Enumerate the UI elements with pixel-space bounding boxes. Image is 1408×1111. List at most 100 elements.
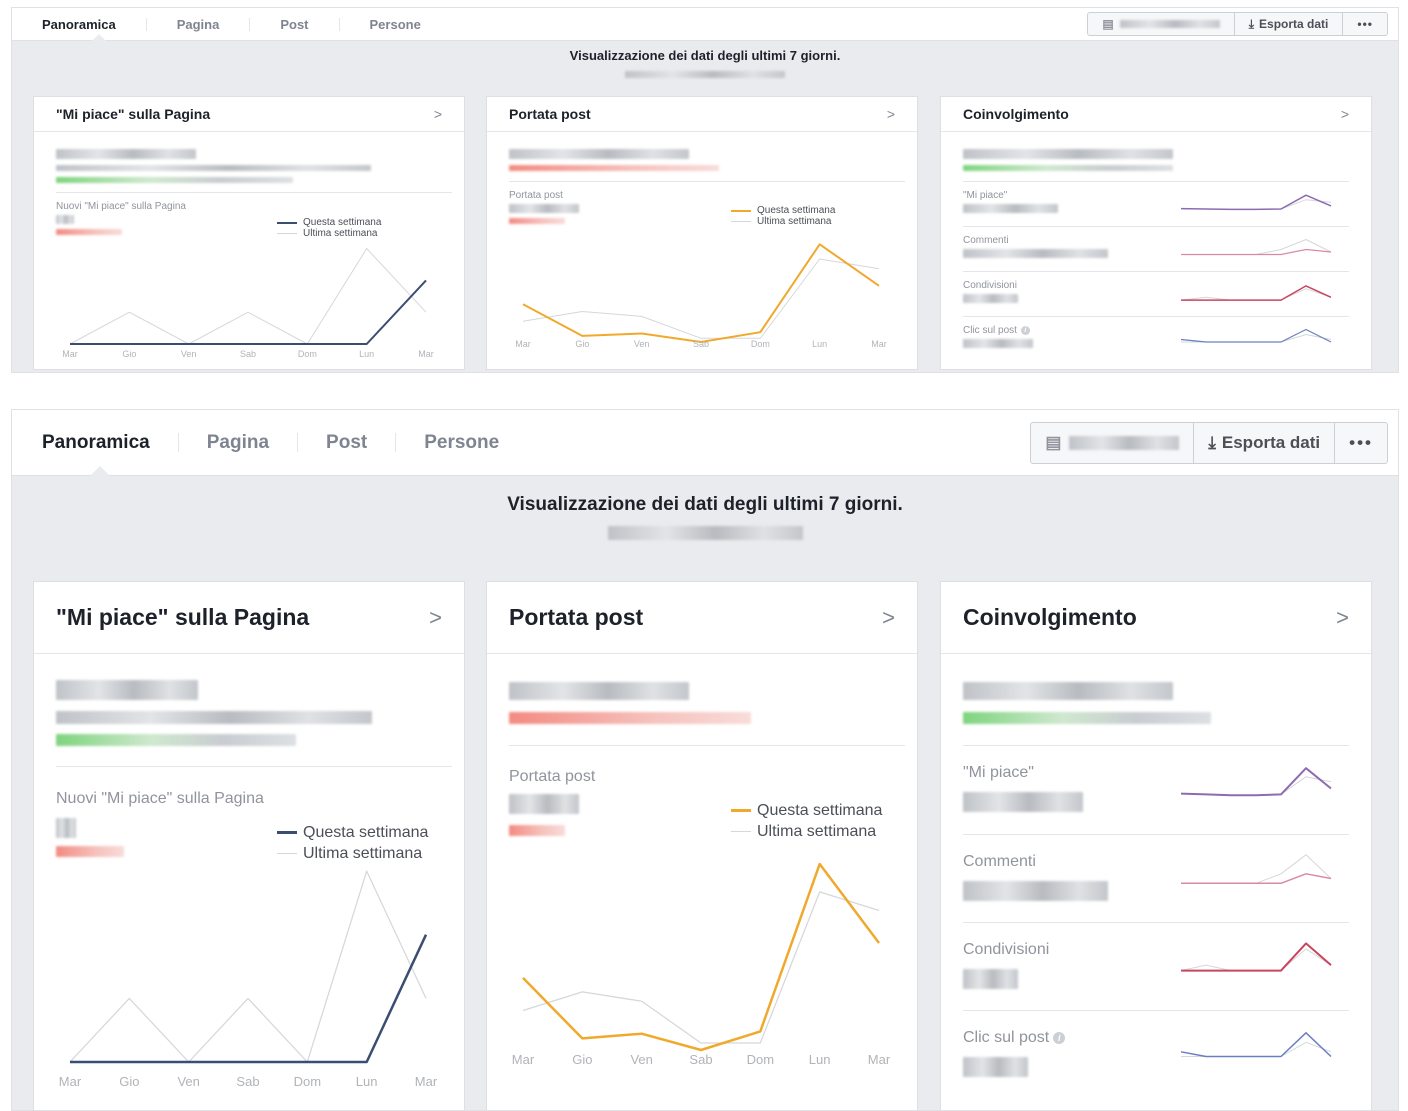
metric-value-clicks: [963, 1057, 1028, 1077]
tab-persone[interactable]: Persone: [395, 433, 527, 452]
info-icon[interactable]: i: [1020, 325, 1030, 335]
card-engagement: Coinvolgimento > "Mi piace" Commenti Con…: [940, 96, 1372, 370]
divider: [963, 226, 1349, 227]
series-line-last-week: [1180, 199, 1332, 210]
card-header[interactable]: Portata post >: [487, 97, 917, 132]
chevron-right-icon[interactable]: >: [882, 605, 895, 631]
tab-pagina[interactable]: Pagina: [177, 433, 297, 452]
sparkline-clicks: [1180, 1032, 1332, 1058]
chevron-right-icon[interactable]: >: [1341, 106, 1349, 122]
series-line-last-week: [69, 248, 427, 345]
series-line-last-week: [1180, 776, 1332, 796]
export-data-button[interactable]: ⤓ Esporta dati: [1233, 13, 1343, 35]
banner-title: Visualizzazione dei dati degli ultimi 7 …: [569, 48, 841, 63]
tab-panoramica[interactable]: Panoramica: [12, 18, 146, 31]
calendar-icon: ▤: [1045, 433, 1062, 452]
chart-label: Nuovi "Mi piace" sulla Pagina: [56, 201, 186, 212]
calendar-icon: ▤: [1102, 17, 1114, 31]
reach-change: [509, 825, 565, 836]
date-range-button[interactable]: ▤: [1088, 13, 1233, 35]
date-range-value: [1069, 436, 1180, 450]
reach-trend: [509, 712, 751, 724]
insights-panel-large: Panoramica Pagina Post Persone ▤ ⤓ Espor…: [11, 409, 1399, 1111]
banner-date-value: [625, 71, 785, 78]
series-line-this-week: [1181, 942, 1332, 972]
metric-value-likes: [963, 792, 1083, 812]
new-likes-value: [56, 215, 74, 224]
metric-value-comments: [963, 881, 1108, 901]
sparkline-clicks: [1180, 328, 1332, 343]
x-tick-label: Gio: [122, 349, 137, 359]
likes-description: [56, 711, 372, 724]
card-header[interactable]: "Mi piace" sulla Pagina >: [34, 97, 464, 132]
metric-value-comments: [963, 249, 1108, 258]
chevron-right-icon[interactable]: >: [887, 106, 895, 122]
sparkline-shares: [1180, 285, 1332, 301]
series-line-this-week: [1180, 194, 1332, 211]
more-icon: •••: [1349, 433, 1373, 452]
legend-this-week: Questa settimana: [731, 800, 882, 821]
card-header[interactable]: Coinvolgimento >: [941, 582, 1371, 654]
metric-label-likes: "Mi piace": [963, 190, 1008, 201]
date-range-value: [1119, 20, 1220, 28]
likes-trend: [56, 177, 293, 183]
divider: [963, 922, 1349, 923]
date-range-banner: Visualizzazione dei dati degli ultimi 7 …: [12, 48, 1398, 81]
card-title: Portata post: [509, 604, 644, 630]
export-data-button[interactable]: ⤓ Esporta dati: [1193, 423, 1334, 463]
divider: [963, 316, 1349, 317]
reach-value: [509, 204, 579, 213]
metric-label-shares: Condivisioni: [963, 280, 1017, 291]
x-tick-label: Sab: [236, 1074, 260, 1089]
tab-panoramica[interactable]: Panoramica: [12, 433, 178, 452]
metric-label-text: Clic sul post: [963, 1029, 1050, 1046]
legend-label: Questa settimana: [303, 824, 429, 841]
x-tick-label: Ven: [633, 339, 650, 349]
likes-line-chart: [69, 248, 427, 345]
chevron-right-icon[interactable]: >: [429, 605, 442, 631]
tab-post[interactable]: Post: [297, 433, 395, 452]
x-tick-label: Dom: [293, 1074, 322, 1089]
export-data-label: Esporta dati: [1259, 17, 1329, 31]
x-tick-label: Lun: [359, 349, 375, 359]
legend-last-week: Ultima settimana: [277, 228, 381, 239]
metric-label-clicks: Clic sul post i: [963, 325, 1030, 336]
divider: [963, 745, 1349, 746]
series-line-last-week: [522, 258, 880, 339]
card-page-likes: "Mi piace" sulla Pagina > Nuovi "Mi piac…: [33, 581, 465, 1110]
divider: [509, 181, 905, 182]
date-range-button[interactable]: ▤: [1031, 423, 1193, 463]
tab-pagina[interactable]: Pagina: [145, 17, 250, 31]
card-header[interactable]: "Mi piace" sulla Pagina >: [34, 582, 464, 654]
metric-value-shares: [963, 294, 1018, 303]
banner-title: Visualizzazione dei dati degli ultimi 7 …: [507, 494, 903, 515]
card-post-reach: Portata post > Portata post Questa setti…: [486, 96, 918, 370]
divider: [963, 181, 1349, 182]
info-icon[interactable]: i: [1053, 1031, 1066, 1044]
new-likes-value: [56, 818, 76, 838]
more-options-button[interactable]: •••: [1342, 13, 1387, 35]
more-options-button[interactable]: •••: [1334, 423, 1387, 463]
x-tick-label: Sab: [692, 339, 710, 349]
tabs-bar: Panoramica Pagina Post Persone ▤ ⤓ Espor…: [12, 8, 1398, 41]
engagement-total-value: [963, 682, 1173, 700]
sparkline-likes: [1180, 767, 1332, 797]
card-header[interactable]: Portata post >: [487, 582, 917, 654]
tab-post[interactable]: Post: [249, 17, 338, 31]
legend-label: Questa settimana: [303, 217, 382, 228]
series-line-last-week: [1181, 239, 1332, 255]
reach-value: [509, 794, 579, 814]
card-header[interactable]: Coinvolgimento >: [941, 97, 1371, 132]
new-likes-trend: [56, 229, 122, 235]
tab-persone[interactable]: Persone: [338, 17, 451, 31]
engagement-trend: [963, 165, 1173, 171]
actions-group: ▤ ⤓ Esporta dati •••: [1030, 422, 1388, 464]
chevron-right-icon[interactable]: >: [434, 106, 442, 122]
legend-label: Ultima settimana: [303, 228, 378, 239]
x-tick-label: Dom: [750, 339, 770, 349]
x-tick-label: Ven: [630, 1052, 653, 1067]
chevron-right-icon[interactable]: >: [1336, 605, 1349, 631]
legend-label: Ultima settimana: [757, 216, 832, 227]
legend-last-week: Ultima settimana: [731, 821, 882, 842]
active-tab-indicator: [92, 34, 106, 41]
